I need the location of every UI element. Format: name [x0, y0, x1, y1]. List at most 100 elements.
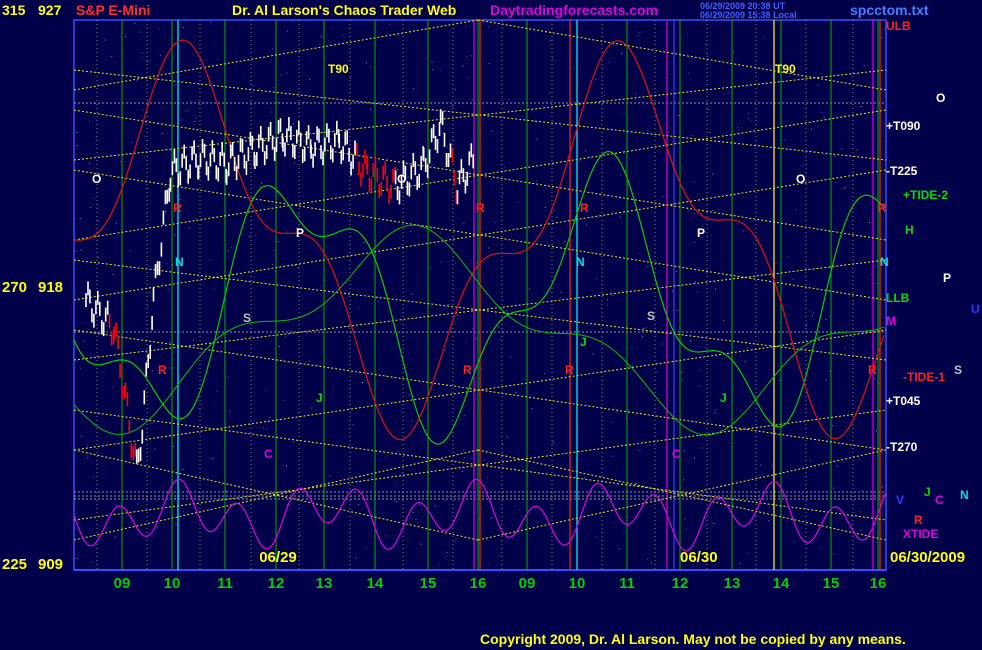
x-tick-label: 13: [724, 575, 741, 592]
x-tick-label: 11: [619, 575, 635, 592]
star: [395, 482, 397, 484]
star: [273, 87, 275, 89]
star: [506, 310, 508, 312]
price-bottom-left: 225: [2, 556, 28, 573]
star: [515, 392, 517, 393]
star: [397, 450, 399, 452]
star: [842, 461, 844, 463]
star: [298, 214, 300, 215]
star: [811, 128, 813, 130]
star: [688, 56, 690, 58]
star: [683, 479, 685, 481]
star: [625, 170, 627, 172]
star: [385, 456, 387, 458]
app-title: Dr. Al Larson's Chaos Trader Web: [232, 2, 457, 18]
star: [791, 278, 793, 280]
line-label: LLB: [886, 291, 910, 305]
star: [259, 185, 261, 187]
cycle-letter: R: [565, 363, 574, 377]
star: [529, 288, 530, 289]
star: [76, 132, 78, 133]
star: [114, 536, 116, 538]
star: [80, 436, 82, 437]
star: [188, 227, 190, 229]
star: [193, 339, 195, 341]
cycle-letter: N: [175, 255, 184, 269]
website-link[interactable]: Daytradingforecasts.com: [490, 2, 658, 18]
star: [77, 360, 78, 362]
star: [549, 39, 551, 41]
star: [656, 371, 658, 373]
star: [465, 25, 467, 27]
star: [463, 223, 465, 225]
star: [748, 483, 750, 485]
star: [165, 211, 166, 213]
star: [787, 256, 789, 258]
star: [159, 54, 161, 56]
star: [182, 511, 184, 513]
star: [503, 166, 505, 168]
star: [451, 105, 453, 107]
star: [596, 536, 598, 538]
star: [170, 367, 172, 369]
star: [874, 265, 876, 267]
star: [591, 380, 593, 382]
star: [684, 518, 686, 520]
star: [833, 553, 835, 555]
star: [494, 221, 496, 223]
star: [635, 482, 637, 484]
star: [151, 370, 153, 372]
x-tick-label: 14: [773, 575, 790, 592]
star: [413, 88, 414, 89]
star: [446, 551, 448, 553]
star: [873, 299, 875, 301]
star: [490, 517, 492, 519]
star: [825, 379, 827, 381]
star: [358, 504, 360, 506]
star: [491, 130, 493, 132]
star: [396, 500, 397, 502]
star: [677, 310, 679, 311]
star: [768, 520, 770, 522]
star: [286, 30, 288, 32]
star: [174, 84, 176, 86]
star: [96, 355, 98, 356]
star: [881, 36, 883, 38]
star: [858, 459, 860, 461]
price-top-left: 315: [2, 2, 26, 18]
star: [748, 118, 750, 120]
star: [811, 349, 812, 351]
star: [470, 181, 472, 183]
star: [638, 34, 640, 36]
star: [276, 101, 278, 103]
star: [842, 187, 844, 189]
star: [116, 223, 117, 224]
star: [172, 445, 174, 447]
star: [408, 394, 410, 396]
star: [572, 317, 574, 319]
star: [536, 522, 538, 524]
line-label: +T090: [886, 119, 921, 133]
star: [447, 530, 449, 532]
star: [190, 153, 192, 155]
star: [88, 120, 90, 122]
star: [482, 359, 484, 361]
star: [488, 26, 490, 28]
star: [643, 441, 645, 443]
star: [104, 39, 106, 41]
star: [358, 306, 360, 308]
star: [272, 263, 274, 265]
star: [707, 109, 709, 110]
x-tick-label: 12: [268, 575, 285, 592]
star: [371, 476, 373, 478]
star: [678, 115, 680, 116]
star: [325, 279, 327, 281]
star: [471, 457, 473, 459]
star: [775, 262, 777, 264]
star: [715, 409, 717, 411]
star: [518, 201, 520, 203]
star: [820, 546, 822, 548]
star: [701, 447, 703, 449]
cycle-letter: C: [935, 493, 944, 507]
star: [498, 326, 500, 328]
